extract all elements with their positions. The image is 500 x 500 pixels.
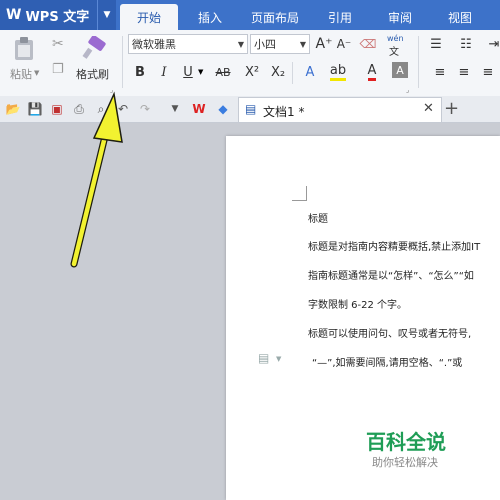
ribbon-separator [418, 36, 419, 88]
document-paragraph-line: 标题可以使用问句、叹号或者无符号, [308, 329, 472, 340]
new-tab-icon[interactable]: + [444, 98, 459, 119]
grow-font-icon[interactable]: A⁺ [314, 34, 334, 54]
ribbon-separator [292, 62, 293, 84]
copy-icon[interactable]: ❐ [52, 62, 64, 77]
watermark-title: 百科全说 [366, 430, 446, 454]
font-size-select[interactable]: 小四 ▼ [250, 34, 310, 54]
pinyin-guide-button[interactable]: wén 文 [384, 34, 412, 58]
save-icon[interactable]: 💾 [26, 100, 44, 118]
tab-label: 引用 [327, 10, 352, 25]
pinyin-icon: 文 [389, 47, 399, 58]
pinyin-label: wén [387, 34, 404, 43]
tab-home[interactable]: 开始 [120, 4, 178, 30]
chevron-down-icon: ▼ [237, 39, 245, 49]
document-icon: ▤ [245, 102, 257, 116]
annotation-arrow-icon [70, 91, 123, 268]
document-paragraph-line: 指南标题通常是以“怎样”、“怎么”“如 [308, 271, 474, 282]
open-folder-icon[interactable]: 📂 [4, 100, 22, 118]
customize-toolbar-icon[interactable]: ▼ [166, 100, 184, 118]
tab-page-layout[interactable]: 页面布局 [240, 4, 310, 30]
font-name-select[interactable]: 微软雅黑 ▼ [128, 34, 248, 54]
document-tab-title: 文档1 * [263, 105, 305, 119]
paragraph-handle-dropdown-icon[interactable]: ▼ [276, 355, 281, 363]
cube-icon[interactable]: ◆ [214, 100, 232, 118]
subscript-icon[interactable]: X₂ [268, 62, 288, 82]
tab-review[interactable]: 审阅 [378, 4, 422, 30]
chevron-down-icon: ▼ [299, 39, 307, 49]
underline-dropdown-icon[interactable]: ▼ [198, 68, 203, 76]
font-name-value: 微软雅黑 [132, 38, 176, 51]
margin-corner-mark [292, 186, 307, 201]
tab-label: 页面布局 [250, 10, 299, 25]
numbered-list-icon[interactable]: ☷ [456, 34, 476, 54]
italic-icon[interactable]: I [154, 62, 174, 82]
document-page[interactable] [226, 136, 500, 500]
shrink-font-icon[interactable]: A⁻ [334, 34, 354, 54]
paragraph-handle-icon[interactable]: ▤ [258, 351, 269, 365]
tab-label: 插入 [197, 10, 222, 25]
superscript-icon[interactable]: X² [242, 62, 262, 82]
cut-icon[interactable]: ✂ [52, 36, 64, 52]
wps-logo-icon: W [6, 7, 22, 23]
indent-icon[interactable]: ⇥ [484, 34, 500, 54]
tab-label: 开始 [136, 10, 161, 25]
paste-dropdown-icon[interactable]: ▼ [34, 69, 39, 77]
document-tab[interactable]: ▤ 文档1 * ✕ [238, 97, 442, 122]
align-right-icon[interactable]: ≡ [478, 62, 498, 82]
font-color-icon[interactable]: A [362, 62, 382, 82]
document-paragraph-line: 字数限制 6-22 个字。 [308, 300, 408, 311]
tab-insert[interactable]: 插入 [188, 4, 232, 30]
highlight-icon[interactable]: ab [328, 62, 348, 82]
align-left-icon[interactable]: ≡ [430, 62, 450, 82]
text-effect-icon[interactable]: A [300, 62, 320, 82]
tab-references[interactable]: 引用 [318, 4, 362, 30]
align-center-icon[interactable]: ≡ [454, 62, 474, 82]
paste-button[interactable]: 粘贴 ▼ [8, 34, 42, 88]
underline-icon[interactable]: U [178, 62, 198, 82]
clipboard-icon [15, 37, 33, 60]
app-menu-button[interactable]: W WPS 文字 ▼ [0, 0, 116, 30]
clear-format-icon[interactable]: ⌫ [358, 34, 378, 54]
wps-office-icon[interactable]: W [190, 100, 208, 118]
character-shading-icon[interactable]: A [392, 62, 408, 78]
app-name: WPS 文字 [25, 9, 90, 25]
font-dialog-launcher-icon[interactable]: ⌟ [406, 86, 409, 94]
document-heading: 标题 [308, 214, 328, 225]
close-tab-icon[interactable]: ✕ [423, 101, 434, 116]
strikethrough-icon[interactable]: AB [210, 62, 236, 82]
tab-view[interactable]: 视图 [438, 4, 482, 30]
format-painter-icon [82, 36, 106, 59]
bullet-list-icon[interactable]: ☰ [426, 34, 446, 54]
bold-icon[interactable]: B [130, 62, 150, 82]
font-size-value: 小四 [254, 38, 276, 51]
tab-label: 审阅 [387, 10, 412, 25]
document-paragraph-line: 标题是对指南内容精要概括,禁止添加IT [308, 242, 481, 253]
document-paragraph-line: “—”,如需要间隔,请用空格、“.”或 [312, 358, 463, 369]
watermark-subtitle: 助你轻松解决 [372, 456, 438, 469]
paste-label: 粘贴 [10, 68, 32, 81]
tab-label: 视图 [447, 10, 472, 25]
app-menu-dropdown-icon[interactable]: ▼ [97, 0, 116, 30]
